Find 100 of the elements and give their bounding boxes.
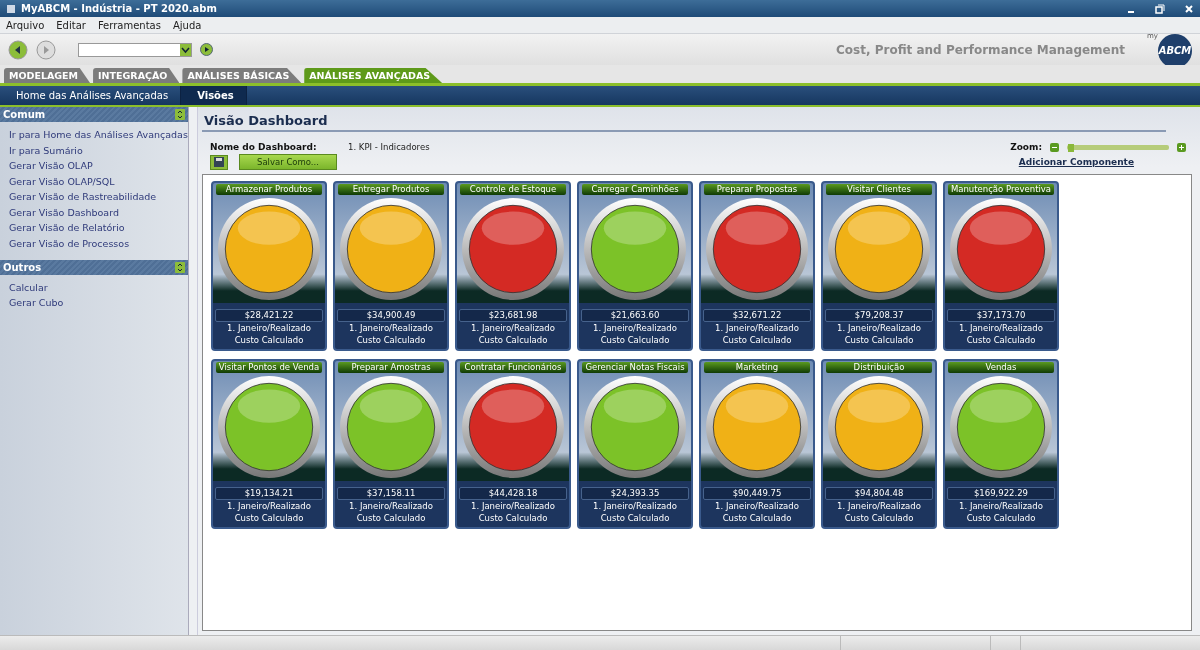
card-period: 1. Janeiro/Realizado (349, 500, 433, 512)
collapse-icon[interactable] (175, 109, 185, 120)
card-period: 1. Janeiro/Realizado (593, 500, 677, 512)
status-light-icon (583, 197, 687, 301)
save-button[interactable] (210, 154, 228, 170)
card-title: Preparar Amostras (338, 362, 444, 373)
menu-item[interactable]: Arquivo (6, 19, 45, 31)
slider-thumb[interactable] (1068, 143, 1075, 152)
card-title: Marketing (704, 362, 810, 373)
section-title: Outros (3, 261, 42, 273)
card-period: 1. Janeiro/Realizado (227, 500, 311, 512)
card-title: Preparar Propostas (704, 184, 810, 195)
card-value: $79,208.37 (825, 309, 933, 322)
card-value: $169,922.29 (947, 487, 1055, 500)
dashboard-name: 1. KPI - Indicadores (348, 142, 430, 152)
status-light-icon (217, 375, 321, 479)
card-value: $94,804.48 (825, 487, 933, 500)
card-period: 1. Janeiro/Realizado (837, 500, 921, 512)
menu-item[interactable]: Ferramentas (97, 19, 161, 31)
status-light-icon (827, 375, 931, 479)
field-label: Nome do Dashboard: (210, 142, 318, 152)
card-title: Armazenar Produtos (216, 184, 322, 195)
sidebar-link[interactable]: Gerar Visão OLAP (9, 159, 188, 172)
card-measure: Custo Calculado (844, 512, 914, 524)
card-measure: Custo Calculado (234, 334, 304, 346)
card-measure: Custo Calculado (966, 512, 1036, 524)
app-icon (6, 3, 16, 14)
zoom-label: Zoom: (1010, 142, 1042, 152)
sidebar-link[interactable]: Gerar Visão de Relatório (9, 221, 188, 234)
card-period: 1. Janeiro/Realizado (227, 322, 311, 334)
card-measure: Custo Calculado (234, 512, 304, 524)
status-light-icon (461, 197, 565, 301)
card-title: Controle de Estoque (460, 184, 566, 195)
card-title: Gerenciar Notas Fiscais (582, 362, 688, 373)
status-light-icon (705, 197, 809, 301)
window-title: MyABCM - Indústria - PT 2020.abm (21, 3, 218, 14)
card-value: $28,421.22 (215, 309, 323, 322)
card-value: $23,681.98 (459, 309, 567, 322)
card-value: $21,663.60 (581, 309, 689, 322)
card-measure: Custo Calculado (600, 334, 670, 346)
sidebar-link[interactable]: Calcular (9, 280, 188, 294)
module-tab[interactable]: INTEGRAÇÃO (93, 68, 180, 83)
card-period: 1. Janeiro/Realizado (349, 322, 433, 334)
card-measure: Custo Calculado (356, 512, 426, 524)
menu-item[interactable]: Ajuda (172, 19, 202, 31)
card-title: Contratar Funcionários (460, 362, 566, 373)
module-tab[interactable]: MODELAGEM (4, 68, 91, 83)
card-title: Distribuição (826, 362, 932, 373)
go-icon[interactable] (200, 43, 213, 56)
card-title: Vendas (948, 362, 1054, 373)
sidebar-link[interactable]: Ir para Sumário (9, 143, 188, 157)
sidebar-link[interactable]: Ir para Home das Análises Avançadas (9, 128, 188, 141)
add-component-link[interactable]: Adicionar Componente (1018, 157, 1134, 167)
save-as-button[interactable]: Salvar Como... (239, 154, 337, 170)
card-value: $44,428.18 (459, 487, 567, 500)
save-icon (214, 157, 224, 167)
sidebar-link[interactable]: Gerar Visão OLAP/SQL (9, 174, 188, 188)
card-value: $37,158.11 (337, 487, 445, 500)
card-period: 1. Janeiro/Realizado (959, 322, 1043, 334)
restore-icon[interactable] (1155, 3, 1165, 14)
card-period: 1. Janeiro/Realizado (837, 322, 921, 334)
card-measure: Custo Calculado (722, 512, 792, 524)
dropdown-icon[interactable] (180, 43, 191, 56)
card-period: 1. Janeiro/Realizado (959, 500, 1043, 512)
card-measure: Custo Calculado (844, 334, 914, 346)
status-light-icon (949, 197, 1053, 301)
status-light-icon (705, 375, 809, 479)
card-value: $19,134.21 (215, 487, 323, 500)
module-tab[interactable]: ANÁLISES BÁSICAS (182, 68, 302, 83)
status-light-icon (339, 197, 443, 301)
card-period: 1. Janeiro/Realizado (471, 322, 555, 334)
zoom-out-icon[interactable] (1050, 142, 1059, 152)
card-measure: Custo Calculado (966, 334, 1036, 346)
status-light-icon (583, 375, 687, 479)
close-icon[interactable] (1184, 3, 1194, 14)
collapse-icon[interactable] (175, 261, 185, 273)
status-light-icon (339, 375, 443, 479)
sidebar-link[interactable]: Gerar Visão de Processos (9, 236, 188, 250)
card-title: Visitar Pontos de Venda (216, 362, 322, 373)
zoom-in-icon[interactable] (1177, 142, 1186, 152)
sidebar-link[interactable]: Gerar Visão de Rastreabilidade (9, 190, 188, 203)
card-value: $24,393.35 (581, 487, 689, 500)
card-value: $37,173.70 (947, 309, 1055, 322)
sidebar-link[interactable]: Gerar Visão Dashboard (9, 205, 188, 219)
card-period: 1. Janeiro/Realizado (715, 322, 799, 334)
sidebar-link[interactable]: Gerar Cubo (9, 296, 188, 309)
status-light-icon (461, 375, 565, 479)
status-light-icon (827, 197, 931, 301)
nav-tab[interactable]: Visões (181, 86, 247, 105)
page-title: Visão Dashboard (202, 111, 1166, 132)
card-title: Entregar Produtos (338, 184, 444, 195)
status-light-icon (217, 197, 321, 301)
card-measure: Custo Calculado (722, 334, 792, 346)
zoom-slider[interactable] (1067, 144, 1169, 150)
card-period: 1. Janeiro/Realizado (593, 322, 677, 334)
back-icon[interactable] (8, 39, 28, 60)
card-title: Manutenção Preventiva (948, 184, 1054, 195)
card-title: Visitar Clientes (826, 184, 932, 195)
card-value: $34,900.49 (337, 309, 445, 322)
menu-item[interactable]: Editar (56, 19, 86, 31)
